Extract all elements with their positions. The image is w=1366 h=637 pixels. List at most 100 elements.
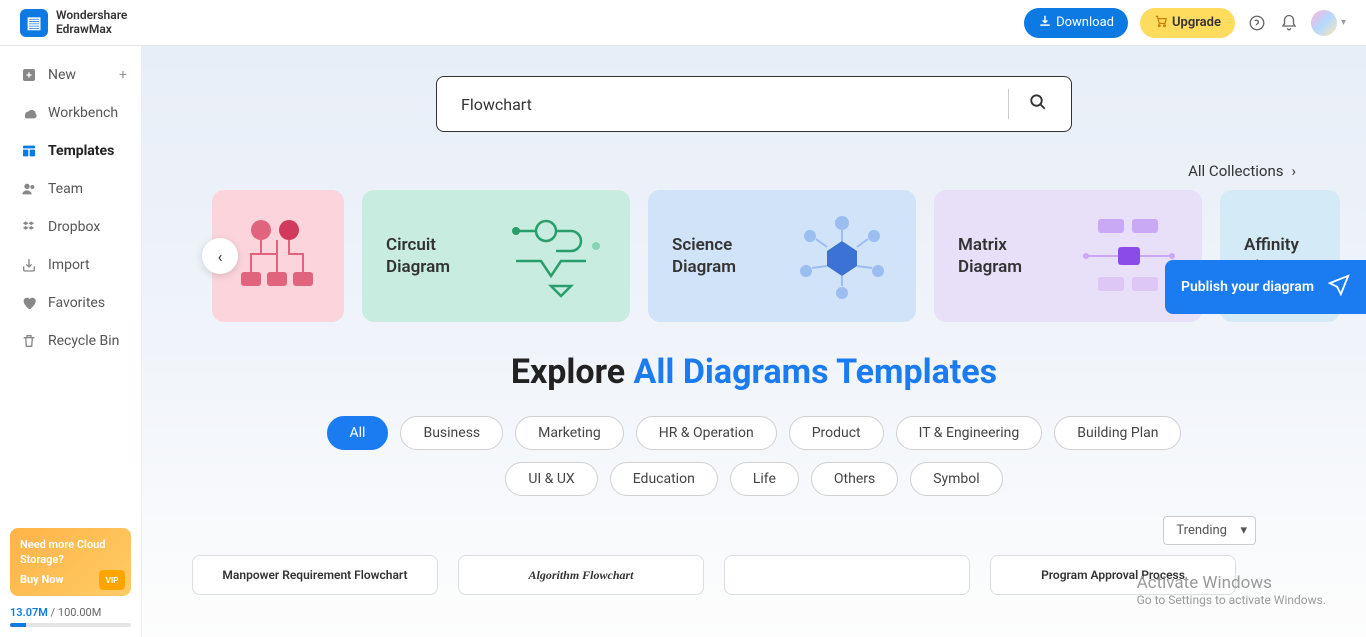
activate-sub: Go to Settings to activate Windows.	[1137, 593, 1326, 607]
search-divider	[1008, 89, 1009, 119]
sidebar-item-workbench[interactable]: Workbench	[0, 94, 141, 132]
chevron-down-icon: ▾	[1341, 17, 1346, 28]
template-card[interactable]: Manpower Requirement Flowchart	[192, 555, 438, 595]
upgrade-button[interactable]: Upgrade	[1140, 8, 1235, 38]
card-label: Matrix Diagram	[958, 234, 1062, 278]
main-content: All Collections › ‹ Circuit Diagram Scie…	[142, 46, 1366, 637]
download-label: Download	[1056, 15, 1114, 30]
template-card[interactable]: Program Approval Process	[990, 555, 1236, 595]
team-icon	[20, 180, 38, 198]
carousel-prev-button[interactable]: ‹	[202, 238, 238, 274]
card-label: Science Diagram	[672, 234, 776, 278]
chip-uiux[interactable]: UI & UX	[505, 462, 597, 496]
filter-chips: All Business Marketing HR & Operation Pr…	[304, 416, 1204, 496]
sort-label: Trending	[1176, 523, 1227, 538]
brand-line1: Wondershare	[56, 9, 127, 22]
card-label: Circuit Diagram	[386, 234, 490, 278]
dropbox-icon	[20, 218, 38, 236]
search-box	[436, 76, 1072, 132]
chip-building[interactable]: Building Plan	[1054, 416, 1181, 450]
storage-used: 13.07M	[10, 606, 48, 619]
search-input[interactable]	[461, 95, 988, 114]
chip-life[interactable]: Life	[730, 462, 799, 496]
search-wrap	[182, 76, 1326, 132]
cloud-icon	[20, 104, 38, 122]
upgrade-label: Upgrade	[1172, 15, 1221, 30]
all-collections-label: All Collections	[1188, 162, 1283, 180]
chip-hr[interactable]: HR & Operation	[636, 416, 777, 450]
heart-icon	[20, 294, 38, 312]
topbar: ▤ Wondershare EdrawMax Download Upgrade …	[0, 0, 1366, 46]
sidebar-item-new[interactable]: New +	[0, 56, 141, 94]
category-card-matrix[interactable]: Matrix Diagram	[934, 190, 1202, 322]
search-icon	[1029, 96, 1047, 115]
vip-badge-icon: VIP	[99, 570, 125, 590]
help-icon[interactable]	[1247, 13, 1267, 33]
sidebar-item-team[interactable]: Team	[0, 170, 141, 208]
chip-education[interactable]: Education	[610, 462, 718, 496]
storage-bar-fill	[10, 623, 26, 627]
chip-marketing[interactable]: Marketing	[515, 416, 624, 450]
sidebar-item-favorites[interactable]: Favorites	[0, 284, 141, 322]
sidebar-item-import[interactable]: Import	[0, 246, 141, 284]
topbar-right: Download Upgrade ▾	[1024, 8, 1346, 38]
sort-row: Trending ▾	[182, 516, 1326, 545]
sidebar-item-templates[interactable]: Templates	[0, 132, 141, 170]
brand[interactable]: ▤ Wondershare EdrawMax	[20, 9, 127, 37]
download-button[interactable]: Download	[1024, 8, 1128, 38]
sidebar-bottom: Need more Cloud Storage? Buy Now VIP 13.…	[10, 528, 131, 627]
all-collections-link[interactable]: All Collections ›	[182, 162, 1326, 180]
plus-square-icon	[20, 66, 38, 84]
sidebar-item-dropbox[interactable]: Dropbox	[0, 208, 141, 246]
category-card-science[interactable]: Science Diagram	[648, 190, 916, 322]
cloud-storage-promo[interactable]: Need more Cloud Storage? Buy Now VIP	[10, 528, 131, 596]
brand-text: Wondershare EdrawMax	[56, 9, 127, 35]
sidebar-item-label: Dropbox	[48, 219, 100, 235]
circuit-icon	[506, 211, 606, 301]
storage-bar	[10, 623, 131, 627]
chip-others[interactable]: Others	[811, 462, 898, 496]
sidebar-item-label: Recycle Bin	[48, 333, 119, 349]
sidebar-item-label: Favorites	[48, 295, 105, 311]
chevron-down-icon: ▾	[1240, 523, 1247, 538]
category-card-circuit[interactable]: Circuit Diagram	[362, 190, 630, 322]
user-menu[interactable]: ▾	[1311, 10, 1346, 36]
org-chart-icon	[228, 211, 328, 301]
sidebar-item-label: Import	[48, 257, 90, 273]
chip-symbol[interactable]: Symbol	[910, 462, 1002, 496]
category-carousel: ‹ Circuit Diagram Science Diagram	[182, 190, 1326, 322]
sidebar-item-label: Templates	[48, 143, 114, 159]
chip-it[interactable]: IT & Engineering	[896, 416, 1043, 450]
template-card[interactable]: Algorithm Flowchart	[458, 555, 704, 595]
send-icon	[1328, 274, 1350, 300]
promo-title: Need more Cloud Storage?	[20, 538, 121, 567]
sidebar: New + Workbench Templates Team Dropbox I…	[0, 46, 142, 637]
chevron-right-icon: ›	[1291, 162, 1296, 180]
storage-meter: 13.07M / 100.00M	[10, 606, 131, 627]
publish-diagram-button[interactable]: Publish your diagram	[1165, 260, 1366, 314]
templates-grid: Manpower Requirement Flowchart Algorithm…	[182, 555, 1326, 595]
sidebar-item-recycle[interactable]: Recycle Bin	[0, 322, 141, 360]
plus-icon[interactable]: +	[119, 67, 127, 83]
heading-text: Explore	[511, 352, 634, 392]
trash-icon	[20, 332, 38, 350]
brand-logo-icon: ▤	[20, 9, 48, 37]
template-card[interactable]	[724, 555, 970, 595]
chevron-left-icon: ‹	[218, 247, 223, 266]
chip-all[interactable]: All	[327, 416, 389, 450]
brand-line2: EdrawMax	[56, 23, 127, 36]
section-heading: Explore All Diagrams Templates	[182, 352, 1326, 392]
sidebar-item-label: Workbench	[48, 105, 118, 121]
chip-product[interactable]: Product	[789, 416, 884, 450]
heading-highlight: All Diagrams Templates	[634, 352, 998, 392]
chip-business[interactable]: Business	[400, 416, 503, 450]
bell-icon[interactable]	[1279, 13, 1299, 33]
sort-select[interactable]: Trending ▾	[1163, 516, 1256, 545]
molecule-icon	[792, 211, 892, 301]
storage-total: 100.00M	[58, 606, 101, 619]
search-button[interactable]	[1029, 93, 1047, 115]
template-icon	[20, 142, 38, 160]
layout: New + Workbench Templates Team Dropbox I…	[0, 46, 1366, 637]
storage-sep: /	[48, 606, 58, 619]
sidebar-item-label: Team	[48, 181, 83, 197]
